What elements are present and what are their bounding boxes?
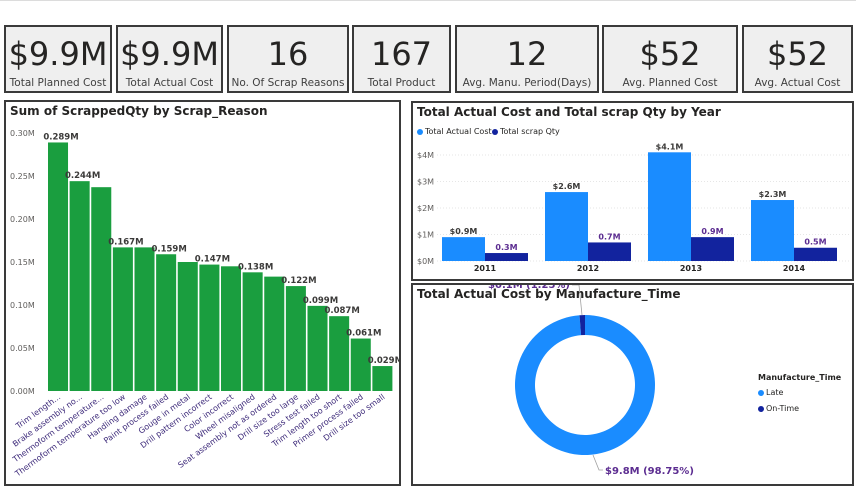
- bar: [442, 237, 485, 261]
- bar: [794, 247, 837, 261]
- legend-label: On-Time: [766, 404, 800, 413]
- y-tick-label: $2M: [417, 204, 434, 213]
- bar: [199, 264, 220, 391]
- data-label: 0.9M: [701, 227, 723, 236]
- x-tick-label: Thermoform temperature...: [10, 392, 105, 464]
- data-label: $2.6M: [553, 182, 581, 191]
- data-label: $0.1M (1.25%): [488, 285, 570, 291]
- bar: [177, 262, 198, 391]
- data-label: $4.1M: [656, 142, 684, 151]
- kpi-value: 16: [267, 35, 309, 73]
- bar: [372, 366, 393, 391]
- y-tick-label: 0.30M: [10, 129, 35, 138]
- kpi-value: 167: [370, 35, 433, 73]
- legend-label: Late: [766, 388, 784, 397]
- legend-item-on-time[interactable]: On-Time: [758, 404, 799, 413]
- bar: [485, 253, 528, 261]
- kpi-value: $52: [766, 35, 829, 73]
- x-tick-label: 2014: [783, 264, 806, 273]
- data-label: 0.159M: [151, 244, 186, 254]
- bar: [112, 247, 133, 391]
- kpi-card-scrap-reasons[interactable]: 16 No. Of Scrap Reasons: [227, 25, 349, 93]
- kpi-card-total-planned-cost[interactable]: $9.9M Total Planned Cost: [4, 25, 112, 93]
- x-tick-label: 2013: [680, 264, 702, 273]
- y-tick-label: $3M: [417, 177, 434, 186]
- y-tick-label: 0.20M: [10, 215, 35, 224]
- data-label: $9.8M (98.75%): [605, 466, 694, 477]
- scrap-reason-chart-panel[interactable]: Sum of ScrappedQty by Scrap_Reason 0.00M…: [4, 100, 401, 486]
- leader-line: [572, 285, 583, 316]
- y-tick-label: $4M: [417, 151, 434, 160]
- kpi-card-total-product[interactable]: 167 Total Product: [352, 25, 451, 93]
- kpi-value: $52: [639, 35, 701, 73]
- bar: [307, 305, 328, 391]
- y-tick-label: 0.00M: [10, 387, 35, 396]
- data-label: 0.289M: [43, 132, 78, 142]
- data-label: 0.138M: [238, 262, 273, 272]
- donut-slice: [515, 315, 655, 455]
- kpi-card-avg-actual-cost[interactable]: $52 Avg. Actual Cost: [742, 25, 853, 93]
- kpi-label: Total Planned Cost: [9, 77, 107, 89]
- top-divider: [0, 0, 856, 1]
- y-tick-label: 0.10M: [10, 301, 35, 310]
- data-label: 0.122M: [281, 276, 316, 286]
- kpi-value: $9.9M: [120, 35, 219, 73]
- bar: [751, 200, 794, 261]
- y-tick-label: 0.15M: [10, 258, 35, 267]
- data-label: 0.029M: [368, 356, 399, 366]
- y-tick-label: 0.05M: [10, 344, 35, 353]
- data-label: 0.7M: [598, 232, 620, 241]
- kpi-label: Total Actual Cost: [125, 77, 214, 89]
- kpi-card-avg-planned-cost[interactable]: $52 Avg. Planned Cost: [602, 25, 738, 93]
- data-label: 0.244M: [65, 171, 100, 181]
- kpi-card-total-actual-cost[interactable]: $9.9M Total Actual Cost: [116, 25, 223, 93]
- kpi-card-avg-manu-period[interactable]: 12 Avg. Manu. Period(Days): [455, 25, 599, 93]
- legend-dot-icon: [758, 389, 764, 396]
- bar: [329, 316, 350, 391]
- bar: [221, 266, 242, 391]
- legend-item-late[interactable]: Late: [758, 388, 783, 397]
- bar: [91, 187, 112, 391]
- bar: [242, 272, 263, 391]
- data-label: 0.3M: [495, 243, 517, 252]
- manufacture-time-donut-chart: $0.1M (1.25%) $9.8M (98.75%): [488, 285, 694, 477]
- manufacture-time-chart-panel[interactable]: Total Actual Cost by Manufacture_Time $0…: [411, 283, 854, 486]
- kpi-label: Total Product: [367, 77, 436, 89]
- scrap-reason-chart: 0.00M 0.05M 0.10M 0.15M 0.20M 0.25M 0.30M 0.289…: [10, 129, 399, 479]
- legend-title: Manufacture_Time: [758, 373, 842, 382]
- data-label: 0.147M: [195, 255, 230, 265]
- kpi-label: Avg. Planned Cost: [622, 77, 718, 89]
- data-label: 0.099M: [303, 296, 338, 306]
- kpi-value: 12: [506, 35, 548, 73]
- bar: [648, 152, 691, 261]
- legend-dot-icon: [758, 405, 764, 412]
- bar: [545, 192, 588, 261]
- bar: [134, 247, 155, 391]
- kpi-value: $9.9M: [8, 35, 108, 73]
- bar: [691, 237, 734, 261]
- y-tick-label: 0.25M: [10, 172, 35, 181]
- kpi-label: Avg. Actual Cost: [754, 77, 841, 89]
- data-label: $0.9M: [450, 227, 478, 236]
- kpi-label: Avg. Manu. Period(Days): [462, 77, 592, 89]
- data-label: 0.167M: [108, 237, 143, 247]
- leader-line: [592, 454, 603, 471]
- bar: [156, 254, 177, 391]
- bar: [69, 181, 90, 391]
- bar: [588, 242, 631, 261]
- kpi-label: No. Of Scrap Reasons: [231, 77, 345, 89]
- y-tick-label: $0M: [417, 257, 434, 266]
- data-label: $2.3M: [759, 190, 787, 199]
- data-label: 0.087M: [324, 306, 359, 316]
- y-tick-label: $1M: [417, 230, 434, 239]
- x-tick-label: 2011: [474, 264, 497, 273]
- bar: [264, 276, 285, 391]
- x-tick-label: 2012: [577, 264, 599, 273]
- data-label: 0.061M: [346, 329, 381, 339]
- year-chart-panel[interactable]: Total Actual Cost and Total scrap Qty by…: [411, 101, 854, 281]
- data-label: 0.5M: [804, 238, 826, 247]
- year-chart: $0M $1M $2M $3M $4M $0.9M 0.3M 2011 $2.6M 0.7M 201…: [417, 142, 849, 273]
